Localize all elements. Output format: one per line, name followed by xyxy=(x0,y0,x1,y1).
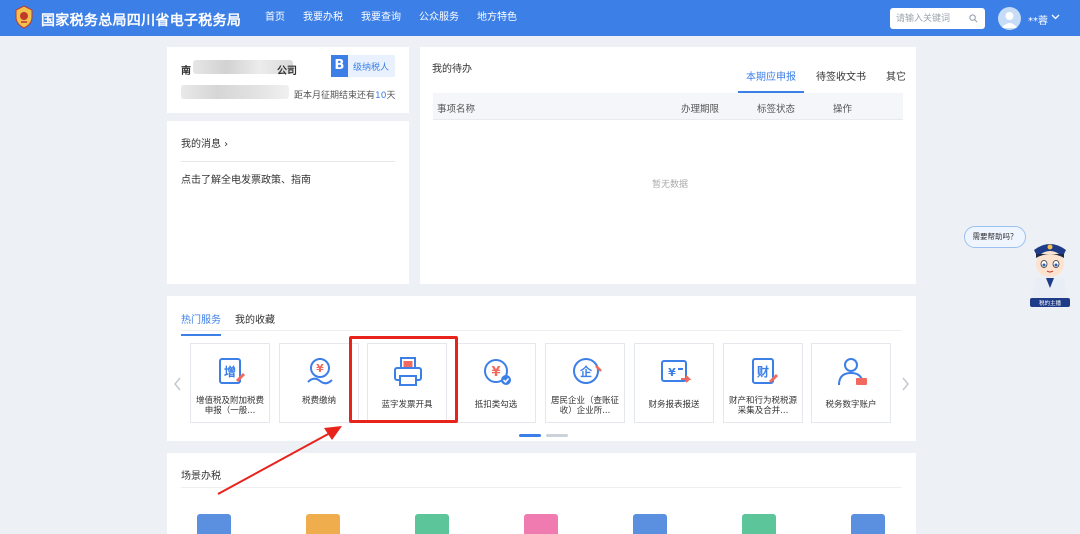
messages-card: 我的消息 › 点击了解全电发票政策、指南 xyxy=(167,121,409,284)
todo-card: 我的待办 本期应申报 待签收文书 其它 事项名称 办理期限 标签状态 操作 暂无… xyxy=(420,47,916,284)
taxpayer-level-letter: B xyxy=(331,55,348,77)
service-label: 增值税及附加税费申报（一般... xyxy=(195,396,264,416)
todo-title: 我的待办 xyxy=(432,64,472,75)
company-card: 南 公司 B 级纳税人 距本月征期结束还有10天 xyxy=(167,47,409,113)
tab-current-declaration[interactable]: 本期应申报 xyxy=(738,68,804,93)
tab-hot-services[interactable]: 热门服务 xyxy=(181,311,221,336)
svg-text:¥: ¥ xyxy=(668,366,676,379)
empty-state: 暂无数据 xyxy=(652,180,689,190)
service-label: 抵扣类勾选 xyxy=(474,400,518,410)
divider xyxy=(181,161,395,162)
scenario-icon[interactable] xyxy=(742,514,776,534)
scenario-icon[interactable] xyxy=(633,514,667,534)
service-deduction-check[interactable]: ¥ 抵扣类勾选 xyxy=(456,343,536,423)
col-item-name: 事项名称 xyxy=(437,104,476,115)
chevron-left-icon[interactable] xyxy=(173,376,183,392)
search-input[interactable] xyxy=(890,8,970,29)
nav-handle-tax[interactable]: 我要办税 xyxy=(294,0,352,36)
company-name-end: 公司 xyxy=(277,66,297,77)
digital-account-icon xyxy=(838,358,867,386)
taxpayer-level-text: 级纳税人 xyxy=(353,63,390,73)
todo-tabs: 本期应申报 待签收文书 其它 xyxy=(738,68,926,93)
divider xyxy=(181,487,901,488)
nav-query[interactable]: 我要查询 xyxy=(352,0,410,36)
carousel-dot[interactable] xyxy=(546,434,568,437)
tax-payment-icon: ¥ xyxy=(307,358,333,385)
scenario-icon[interactable] xyxy=(415,514,449,534)
svg-text:¥: ¥ xyxy=(491,365,500,380)
scenario-icon[interactable] xyxy=(306,514,340,534)
tab-my-favorites[interactable]: 我的收藏 xyxy=(235,311,275,336)
col-status: 标签状态 xyxy=(757,104,796,115)
service-label: 税费缴纳 xyxy=(301,396,336,406)
property-tax-icon: 财 xyxy=(752,358,779,384)
avatar[interactable] xyxy=(998,7,1021,30)
tax-assistant-mascot-icon[interactable]: 税的主播 xyxy=(1026,236,1074,308)
deadline-prefix: 距本月征期结束还有 xyxy=(294,91,376,101)
todo-table-header: 事项名称 办理期限 标签状态 操作 xyxy=(433,93,903,120)
deadline-days: 10 xyxy=(375,91,387,101)
tax-emblem-icon xyxy=(15,5,33,29)
service-tax-payment[interactable]: ¥ 税费缴纳 xyxy=(279,343,359,423)
carousel-dot-active[interactable] xyxy=(519,434,541,437)
hot-services-card: 热门服务 我的收藏 增 增值税及附加税费申报（一般... ¥ 税费缴纳 蓝字发票… xyxy=(167,296,916,441)
service-tabs: 热门服务 我的收藏 xyxy=(181,311,289,336)
tab-pending-documents[interactable]: 待签收文书 xyxy=(816,68,866,93)
tab-other[interactable]: 其它 xyxy=(886,68,906,93)
svg-text:财: 财 xyxy=(756,364,769,379)
service-label: 居民企业（查账征收）企业所... xyxy=(550,396,619,416)
svg-text:增: 增 xyxy=(224,364,236,379)
carousel-indicator xyxy=(519,434,573,437)
redacted-tax-id xyxy=(181,85,289,99)
nav-local-features[interactable]: 地方特色 xyxy=(468,0,526,36)
scenario-icon[interactable] xyxy=(197,514,231,534)
enterprise-income-icon: 企 xyxy=(573,358,602,384)
help-bubble[interactable]: 需要帮助吗？ xyxy=(964,226,1026,248)
svg-text:企: 企 xyxy=(579,364,593,379)
company-name-start: 南 xyxy=(181,66,191,77)
highlight-box xyxy=(349,336,458,423)
vat-declaration-icon: 增 xyxy=(219,358,246,384)
service-vat-declaration[interactable]: 增 增值税及附加税费申报（一般... xyxy=(190,343,270,423)
financial-report-icon: ¥ xyxy=(661,360,692,383)
user-icon xyxy=(1001,12,1018,28)
taxpayer-level-badge: B 级纳税人 xyxy=(331,55,395,77)
scenario-card: 场景办税 xyxy=(167,453,916,534)
scenario-title: 场景办税 xyxy=(181,471,221,482)
search-icon[interactable] xyxy=(969,14,978,23)
service-financial-report[interactable]: ¥ 财务报表报送 xyxy=(634,343,714,423)
service-label: 财产和行为税税源采集及合并... xyxy=(728,396,797,416)
service-property-tax[interactable]: 财 财产和行为税税源采集及合并... xyxy=(723,343,803,423)
search-box xyxy=(890,8,985,29)
nav-home[interactable]: 首页 xyxy=(256,0,294,36)
col-actions: 操作 xyxy=(833,104,853,115)
chevron-right-icon[interactable] xyxy=(900,376,910,392)
service-enterprise-income[interactable]: 企 居民企业（查账征收）企业所... xyxy=(545,343,625,423)
chevron-down-icon[interactable] xyxy=(1051,14,1060,20)
user-name[interactable]: **蓉 xyxy=(1028,12,1048,27)
service-label: 财务报表报送 xyxy=(648,400,700,410)
service-label: 税务数字账户 xyxy=(825,400,877,410)
scenario-icon[interactable] xyxy=(851,514,885,534)
mascot-label: 税的主播 xyxy=(1039,299,1062,307)
scenario-icon[interactable] xyxy=(524,514,558,534)
deduction-check-icon: ¥ xyxy=(484,359,511,385)
col-deadline: 办理期限 xyxy=(681,104,720,115)
divider xyxy=(181,330,901,331)
filing-deadline: 距本月征期结束还有10天 xyxy=(294,88,395,101)
nav-public-service[interactable]: 公众服务 xyxy=(410,0,468,36)
top-header: 国家税务总局四川省电子税务局 首页 我要办税 我要查询 公众服务 地方特色 **… xyxy=(0,0,1080,36)
deadline-suffix: 天 xyxy=(386,91,396,101)
messages-title[interactable]: 我的消息 › xyxy=(181,135,228,150)
service-digital-account[interactable]: 税务数字账户 xyxy=(811,343,891,423)
svg-text:¥: ¥ xyxy=(316,362,324,375)
site-title[interactable]: 国家税务总局四川省电子税务局 xyxy=(41,10,241,30)
message-item[interactable]: 点击了解全电发票政策、指南 xyxy=(181,171,311,186)
main-nav: 首页 我要办税 我要查询 公众服务 地方特色 xyxy=(256,0,526,36)
